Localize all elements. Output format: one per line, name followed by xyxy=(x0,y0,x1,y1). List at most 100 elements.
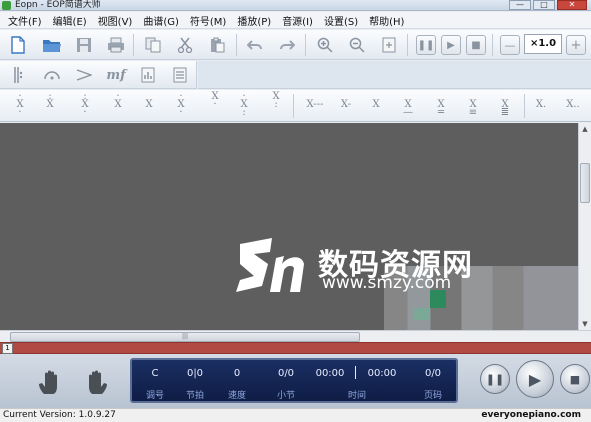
duration-half-button[interactable]: X- xyxy=(336,100,356,110)
menu-file[interactable]: 文件(F) xyxy=(4,13,46,28)
double-dotted-note-button[interactable]: X.. xyxy=(562,100,584,110)
menu-view[interactable]: 视图(V) xyxy=(94,13,137,28)
menu-play[interactable]: 播放(P) xyxy=(233,13,275,28)
minimize-button[interactable]: — xyxy=(509,0,531,10)
measure-label: 小节 xyxy=(276,391,295,401)
note-high-octave-button[interactable]: · X · xyxy=(12,92,28,118)
tempo-value: 0 xyxy=(233,368,241,379)
new-file-icon[interactable] xyxy=(6,33,30,57)
speed-value-field[interactable]: ×1.0 xyxy=(524,34,562,54)
undo-icon[interactable] xyxy=(243,33,267,57)
time-divider xyxy=(355,366,356,379)
time-label: 时间 xyxy=(347,391,366,401)
speed-decrease-button[interactable]: — xyxy=(500,35,520,55)
window-title: Eopn - EOP简谱大师 xyxy=(15,0,101,10)
duration-quarter-button[interactable]: X xyxy=(368,100,384,110)
fermata-icon[interactable] xyxy=(40,63,64,87)
paste-icon[interactable] xyxy=(205,33,229,57)
vertical-scrollbar[interactable]: ▲ ▼ xyxy=(578,123,591,330)
maximize-button[interactable]: □ xyxy=(533,0,555,10)
left-hand-icon[interactable] xyxy=(36,368,64,396)
duration-64th-button[interactable]: X ≣ xyxy=(497,93,513,118)
cut-icon[interactable] xyxy=(173,33,197,57)
toolbar-separator xyxy=(293,94,294,118)
note-low-3-button[interactable]: · X: xyxy=(236,92,252,118)
measure-value: 0/0 xyxy=(277,368,295,379)
list-icon[interactable] xyxy=(168,63,192,87)
time-total-value: 00:00 xyxy=(367,368,397,379)
page-label: 页码 xyxy=(423,391,442,401)
barline-icon[interactable] xyxy=(6,63,30,87)
note-high-octave-2-button[interactable]: :X xyxy=(42,92,58,110)
note-high-button[interactable]: · X xyxy=(110,92,126,110)
duration-whole-button[interactable]: X--- xyxy=(300,100,330,110)
save-icon[interactable] xyxy=(72,33,96,57)
control-panel: C 0|0 0 0/0 00:00 00:00 0/0 调号 节拍 速度 小节 … xyxy=(0,354,591,408)
speed-increase-button[interactable]: + xyxy=(566,35,586,55)
right-hand-icon[interactable] xyxy=(82,368,110,396)
menu-help[interactable]: 帮助(H) xyxy=(365,13,408,28)
note-high-octave-3-button[interactable]: : X · xyxy=(77,92,93,118)
note-low-2-button[interactable]: X · xyxy=(207,92,223,110)
duration-sixteenth-button[interactable]: X ═ xyxy=(433,93,449,118)
menu-symbol[interactable]: 符号(M) xyxy=(186,13,230,28)
crescendo-icon[interactable] xyxy=(72,63,96,87)
note-normal-button[interactable]: X xyxy=(141,100,157,110)
note-low-4-button[interactable]: X: xyxy=(268,92,284,110)
watermark-logo xyxy=(236,238,304,292)
play-icon[interactable]: ▶ xyxy=(441,35,461,55)
play-round-icon[interactable]: ▶ xyxy=(516,360,554,398)
key-value: C xyxy=(151,368,159,379)
menu-settings[interactable]: 设置(S) xyxy=(320,13,362,28)
stop-round-icon[interactable]: ■ xyxy=(560,364,590,394)
toolbar-separator xyxy=(524,94,525,118)
format-toolbar: mf xyxy=(0,61,197,89)
note-toolbar: · X · :X : X · · X X · X · X · · X: X: X--- X- X … xyxy=(0,90,591,122)
dynamics-mf-button[interactable]: mf xyxy=(104,63,128,87)
tempo-label: 速度 xyxy=(227,391,246,401)
copy-icon[interactable] xyxy=(141,33,165,57)
chart-icon[interactable] xyxy=(136,63,160,87)
timeline-position-marker[interactable]: 1 xyxy=(2,343,13,354)
pixelated-block xyxy=(414,308,430,320)
duration-eighth-button[interactable]: X — xyxy=(400,93,416,118)
toolbar-separator xyxy=(236,34,237,56)
horizontal-scroll-thumb[interactable]: ||| xyxy=(10,332,360,342)
zoom-in-icon[interactable] xyxy=(313,33,337,57)
menu-sound[interactable]: 音源(I) xyxy=(278,13,317,28)
scroll-down-icon[interactable]: ▼ xyxy=(579,318,591,330)
key-label: 调号 xyxy=(145,391,164,401)
playback-timeline[interactable]: 1 xyxy=(0,342,591,354)
horizontal-scrollbar[interactable]: ||| xyxy=(0,330,591,342)
redo-icon[interactable] xyxy=(275,33,299,57)
close-button[interactable]: ✕ xyxy=(557,0,587,10)
menu-bar: 文件(F) 编辑(E) 视图(V) 曲谱(G) 符号(M) 播放(P) 音源(I… xyxy=(0,12,591,29)
version-text: Current Version: 1.0.9.27 xyxy=(3,410,116,420)
toolbar-separator xyxy=(305,34,306,56)
toolbar-separator xyxy=(133,34,134,56)
vertical-scroll-thumb[interactable] xyxy=(580,163,590,203)
app-icon xyxy=(2,0,11,10)
beat-label: 节拍 xyxy=(185,391,204,401)
fit-page-icon[interactable] xyxy=(377,33,401,57)
beat-value: 0|0 xyxy=(186,368,204,379)
stop-icon[interactable]: ■ xyxy=(466,35,486,55)
toolbar-separator xyxy=(407,34,408,56)
window-controls: — □ ✕ xyxy=(509,0,587,10)
scroll-up-icon[interactable]: ▲ xyxy=(579,123,591,135)
open-folder-icon[interactable] xyxy=(40,33,64,57)
title-bar: Eopn - EOP简谱大师 — □ ✕ xyxy=(0,0,591,11)
watermark-url: www.smzy.com xyxy=(322,273,452,293)
toolbar-empty-area xyxy=(198,61,591,89)
status-bar: Current Version: 1.0.9.27 everyonepiano.… xyxy=(0,408,591,422)
menu-edit[interactable]: 编辑(E) xyxy=(49,13,91,28)
print-icon[interactable] xyxy=(104,33,128,57)
zoom-out-icon[interactable] xyxy=(345,33,369,57)
note-low-button[interactable]: · X · xyxy=(173,92,189,118)
menu-score[interactable]: 曲谱(G) xyxy=(139,13,183,28)
dotted-note-button[interactable]: X. xyxy=(532,100,550,110)
pause-round-icon[interactable]: ❚❚ xyxy=(480,364,510,394)
duration-32nd-button[interactable]: X ≡ xyxy=(465,93,481,118)
main-toolbar: ❚❚ ▶ ■ — + xyxy=(0,30,591,60)
pause-icon[interactable]: ❚❚ xyxy=(416,35,436,55)
